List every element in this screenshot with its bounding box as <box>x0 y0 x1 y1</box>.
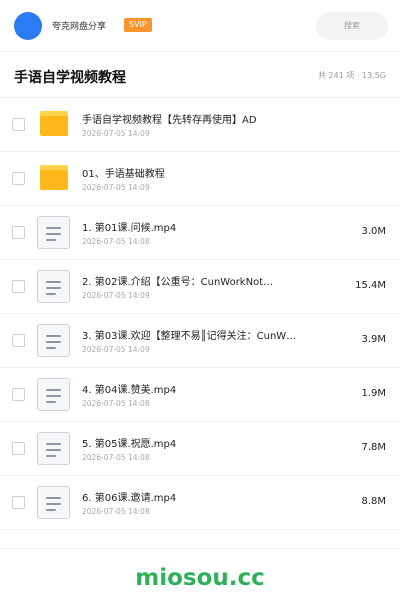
file-date: 2026-07-05 14:08 <box>82 453 150 462</box>
folder-icon <box>40 165 68 190</box>
footer: miosou.cc <box>0 548 400 600</box>
row-checkbox[interactable] <box>12 226 25 239</box>
row-checkbox[interactable] <box>12 442 25 455</box>
folder-row[interactable]: 01、手语基础教程 2026-07-05 14:09 <box>0 152 400 206</box>
file-date: 2026-07-05 14:09 <box>82 183 150 192</box>
file-date: 2026-07-05 14:08 <box>82 399 150 408</box>
document-icon <box>37 378 70 411</box>
page-title: 手语自学视频教程 <box>14 70 126 86</box>
file-name: 4. 第04课.赞美.mp4 <box>82 385 177 396</box>
file-date: 2026-07-05 14:09 <box>82 291 150 300</box>
file-size: 3.9M <box>361 334 386 345</box>
document-icon <box>37 216 70 249</box>
file-name: 6. 第06课.邀请.mp4 <box>82 493 177 504</box>
site-name: 夸克网盘分享 <box>52 22 107 32</box>
file-name: 1. 第01课.问候.mp4 <box>82 223 177 234</box>
file-size: 3.0M <box>361 226 386 237</box>
file-name: 2. 第02课.介绍【公重号：CunWorkNot… <box>82 277 274 288</box>
document-icon <box>37 270 70 303</box>
file-row[interactable]: 2. 第02课.介绍【公重号：CunWorkNot… 2026-07-05 14:… <box>0 260 400 314</box>
file-row[interactable]: 3. 第03课.欢迎【整理不易║记得关注：CunW… 2026-07-05 14:… <box>0 314 400 368</box>
file-row[interactable]: 6. 第06课.邀请.mp4 2026-07-05 14:08 8.8M <box>0 476 400 530</box>
file-date: 2026-07-05 14:08 <box>82 507 150 516</box>
file-name: 3. 第03课.欢迎【整理不易║记得关注：CunW… <box>82 331 297 342</box>
row-checkbox[interactable] <box>12 280 25 293</box>
file-name: 01、手语基础教程 <box>82 169 165 180</box>
folder-icon <box>40 111 68 136</box>
row-checkbox[interactable] <box>12 388 25 401</box>
top-bar: 夸克网盘分享 SVIP 搜索 <box>0 0 400 52</box>
file-name: 手语自学视频教程【先转存再使用】AD <box>82 115 257 126</box>
row-checkbox[interactable] <box>12 172 25 185</box>
file-row[interactable]: 1. 第01课.问候.mp4 2026-07-05 14:08 3.0M <box>0 206 400 260</box>
folder-row[interactable]: 手语自学视频教程【先转存再使用】AD 2026-07-05 14:09 <box>0 98 400 152</box>
file-date: 2026-07-05 14:09 <box>82 129 150 138</box>
file-name: 5. 第05课.祝愿.mp4 <box>82 439 177 450</box>
file-size: 8.8M <box>361 496 386 507</box>
document-icon <box>37 324 70 357</box>
row-checkbox[interactable] <box>12 496 25 509</box>
footer-brand: miosou.cc <box>135 565 265 591</box>
svip-badge: SVIP <box>124 18 152 32</box>
avatar[interactable] <box>14 12 42 40</box>
file-size: 1.9M <box>361 388 386 399</box>
file-row[interactable]: 5. 第05课.祝愿.mp4 2026-07-05 14:08 7.8M <box>0 422 400 476</box>
title-row: 手语自学视频教程 共 241 项 · 13.5G <box>0 52 400 98</box>
row-checkbox[interactable] <box>12 118 25 131</box>
search-input[interactable]: 搜索 <box>316 12 388 40</box>
file-size: 15.4M <box>355 280 386 291</box>
file-date: 2026-07-05 14:09 <box>82 345 150 354</box>
row-checkbox[interactable] <box>12 334 25 347</box>
file-row[interactable]: 4. 第04课.赞美.mp4 2026-07-05 14:08 1.9M <box>0 368 400 422</box>
file-size: 7.8M <box>361 442 386 453</box>
document-icon <box>37 432 70 465</box>
item-count: 共 241 项 · 13.5G <box>318 71 386 80</box>
document-icon <box>37 486 70 519</box>
file-date: 2026-07-05 14:08 <box>82 237 150 246</box>
